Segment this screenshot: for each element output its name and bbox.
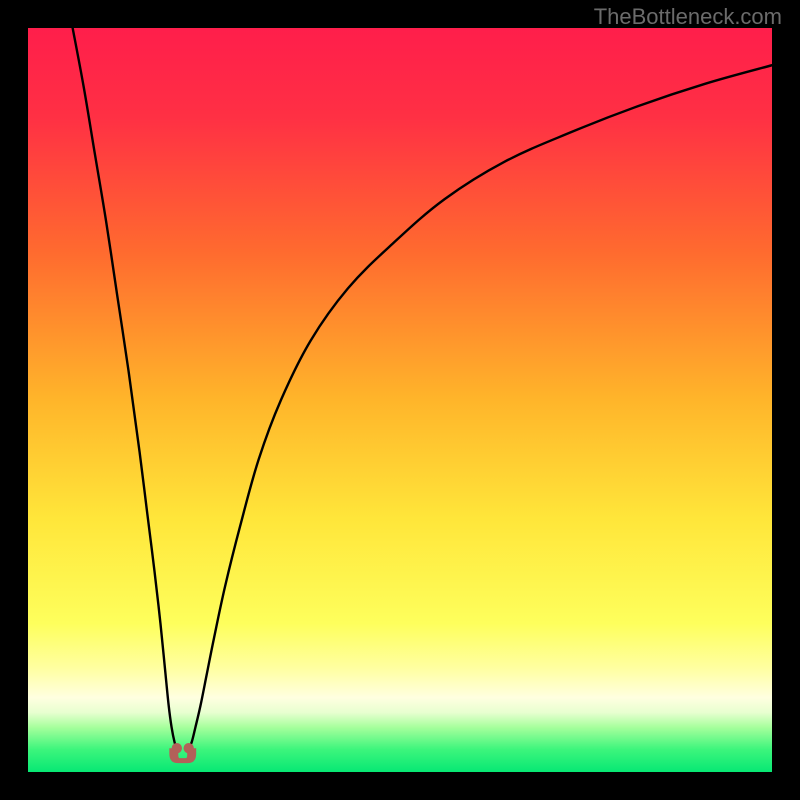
chart-frame: TheBottleneck.com (0, 0, 800, 800)
curve-left-branch (73, 28, 177, 748)
min-marker-right (184, 743, 194, 753)
plot-area (28, 28, 772, 772)
curve-right-branch (189, 65, 772, 748)
min-marker-left (172, 743, 182, 753)
curve-layer (28, 28, 772, 772)
watermark-label: TheBottleneck.com (594, 4, 782, 30)
